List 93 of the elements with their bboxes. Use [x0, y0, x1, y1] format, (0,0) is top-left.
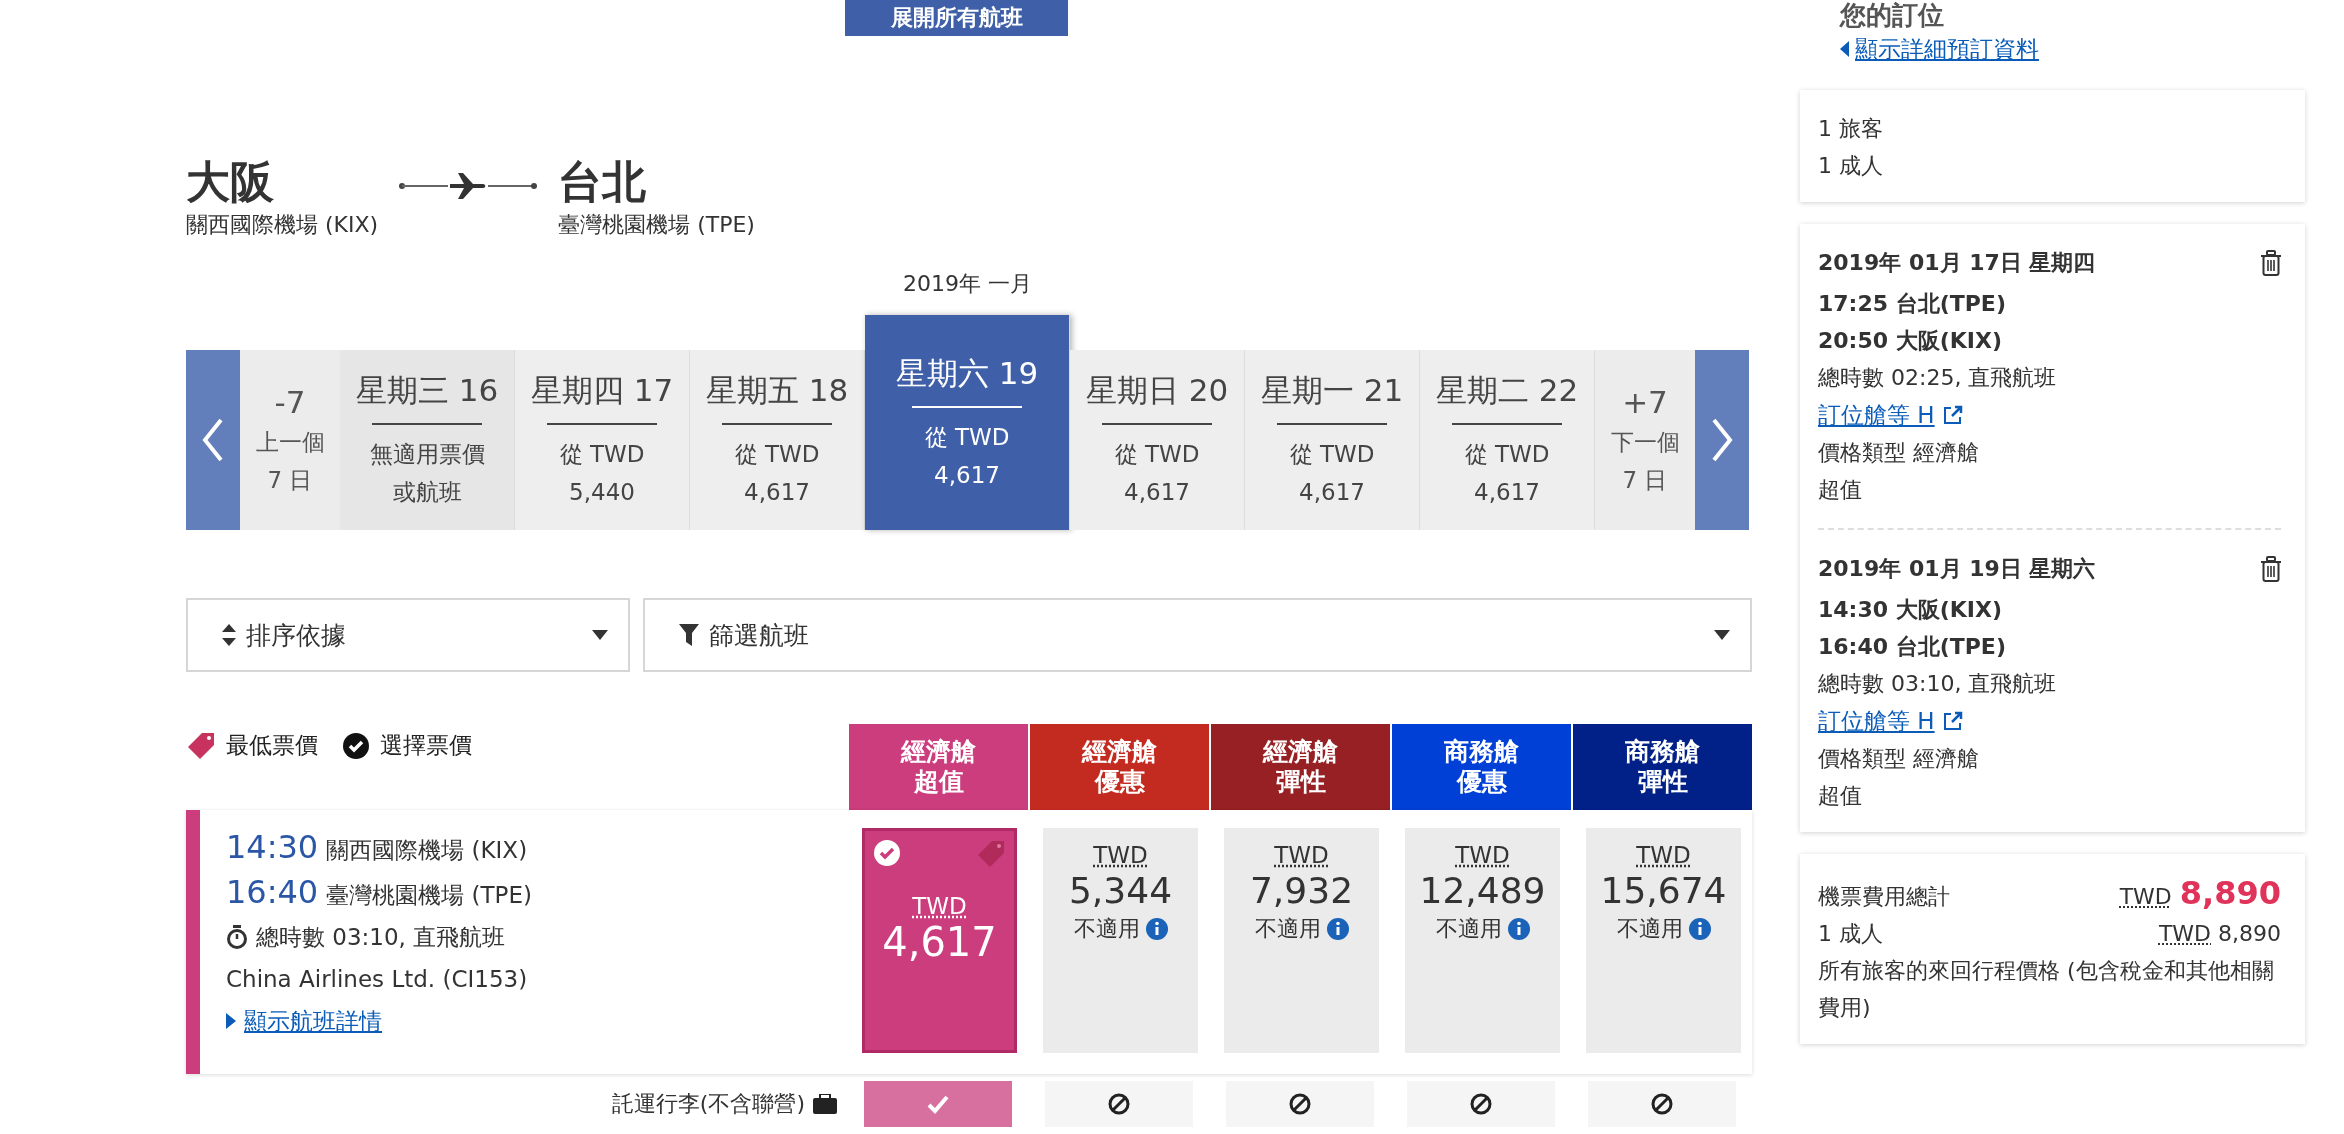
- date-tab[interactable]: 星期三 16 無適用票價 或航班: [340, 350, 515, 530]
- segment-departure: 14:30 大阪(KIX): [1818, 596, 2003, 624]
- date-tab[interactable]: 星期四 17 從 TWD 5,440: [515, 350, 690, 530]
- date-tab[interactable]: 星期二 22 從 TWD 4,617: [1420, 350, 1595, 530]
- trash-icon[interactable]: [2261, 555, 2281, 582]
- booking-class-link[interactable]: 訂位艙等 H: [1818, 396, 1935, 434]
- date-tab[interactable]: 星期日 20 從 TWD 4,617: [1070, 350, 1245, 530]
- departure-time: 14:30: [226, 828, 319, 866]
- flight-details-link[interactable]: 顯示航班詳情: [244, 1002, 382, 1040]
- not-allowed-icon: [1108, 1093, 1130, 1115]
- segment-date: 2019年 01月 19日 星期六: [1818, 555, 2096, 583]
- fare-card[interactable]: TWD 15,674 不適用: [1586, 828, 1741, 1053]
- next-week-days: 7 日: [1622, 461, 1668, 499]
- departure-airport: 關西國際機場 (KIX): [326, 836, 528, 865]
- expand-all-flights-button[interactable]: 展開所有航班: [845, 0, 1068, 36]
- total-amount: 8,890: [2179, 874, 2281, 912]
- fare-class-header: 商務艙 優惠: [1392, 724, 1571, 810]
- total-note: 所有旅客的來回行程價格 (包含稅金和其他相關費用): [1818, 957, 2275, 1022]
- date-tab[interactable]: 星期一 21 從 TWD 4,617: [1245, 350, 1420, 530]
- info-icon: [1145, 918, 1168, 940]
- external-link-icon: [1942, 711, 1963, 731]
- lowest-fare-legend: 最低票價: [226, 730, 318, 761]
- sort-dropdown[interactable]: 排序依據: [186, 598, 630, 672]
- segment-duration: 總時數 03:10, 直飛航班: [1818, 670, 2058, 698]
- segment-date: 2019年 01月 17日 星期四: [1818, 249, 2096, 277]
- arrival-time: 16:40: [226, 873, 319, 911]
- not-allowed-icon: [1651, 1093, 1673, 1115]
- fare-class-header: 經濟艙 優惠: [1030, 724, 1209, 810]
- fare-class-header: 商務艙 彈性: [1573, 724, 1752, 810]
- segment-departure: 17:25 台北(TPE): [1818, 290, 2007, 318]
- baggage-label: 託運行李(不含聯營): [611, 1090, 805, 1118]
- segment-duration: 總時數 02:25, 直飛航班: [1818, 364, 2058, 392]
- not-allowed-icon: [1470, 1093, 1492, 1115]
- external-link-icon: [1942, 405, 1963, 425]
- filter-dropdown[interactable]: 篩選航班: [643, 598, 1752, 672]
- fare-row-label: 1 成人: [1818, 920, 1883, 948]
- booking-title: 您的訂位: [1838, 0, 1945, 30]
- chevron-left-icon: [202, 418, 224, 462]
- date-tab[interactable]: 星期五 18 從 TWD 4,617: [690, 350, 865, 530]
- price-tag-icon: [186, 730, 216, 761]
- fare-name: 超值: [1818, 782, 1863, 810]
- passenger-count: 1 旅客: [1818, 115, 1884, 143]
- next-week-text: 下一個: [1610, 428, 1680, 457]
- info-icon: [1326, 918, 1349, 940]
- booking-details-link[interactable]: 顯示詳細預訂資料: [1855, 30, 2039, 68]
- suitcase-icon: [813, 1094, 837, 1114]
- caret-icon: [1714, 630, 1730, 640]
- total-currency: TWD: [2119, 884, 2172, 909]
- segment-arrival: 16:40 台北(TPE): [1818, 633, 2007, 661]
- stopwatch-icon: [226, 925, 248, 949]
- trash-icon[interactable]: [2261, 249, 2281, 276]
- check-circle-icon: [873, 839, 901, 867]
- fare-type: 價格類型 經濟艙: [1818, 745, 1980, 773]
- segment-arrival: 20:50 大阪(KIX): [1818, 327, 2003, 355]
- caret-icon: [592, 630, 608, 640]
- month-label: 2019年 一月: [903, 270, 1032, 298]
- fare-card[interactable]: TWD 4,617: [862, 828, 1017, 1053]
- previous-week-text: 上一個: [255, 428, 325, 457]
- info-icon: [1688, 918, 1711, 940]
- check-circle-icon: [342, 731, 370, 760]
- fare-class-header: 經濟艙 超值: [849, 724, 1028, 810]
- fare-type: 價格類型 經濟艙: [1818, 439, 1980, 467]
- info-icon: [1507, 918, 1530, 940]
- chevron-right-icon: [1711, 418, 1733, 462]
- flight-duration: 總時數 03:10, 直飛航班: [256, 923, 506, 952]
- selected-fare-legend: 選擇票價: [380, 730, 472, 761]
- total-label: 機票費用總計: [1818, 883, 1950, 911]
- filter-icon: [679, 624, 699, 646]
- fare-name: 超值: [1818, 476, 1863, 504]
- fare-card[interactable]: TWD 5,344 不適用: [1043, 828, 1198, 1053]
- check-icon: [927, 1094, 949, 1114]
- fare-card[interactable]: TWD 12,489 不適用: [1405, 828, 1560, 1053]
- destination-airport: 臺灣桃園機場 (TPE): [558, 211, 755, 239]
- fare-card[interactable]: TWD 7,932 不適用: [1224, 828, 1379, 1053]
- sort-icon: [222, 624, 236, 646]
- date-tab[interactable]: 星期六 19 從 TWD 4,617: [865, 315, 1070, 530]
- fare-row-amount: 8,890: [2217, 921, 2281, 946]
- not-allowed-icon: [1289, 1093, 1311, 1115]
- arrival-airport: 臺灣桃園機場 (TPE): [326, 881, 532, 910]
- destination-city: 台北: [558, 155, 648, 209]
- origin-city: 大阪: [186, 155, 275, 209]
- passenger-count: 1 成人: [1818, 152, 1884, 180]
- booking-class-link[interactable]: 訂位艙等 H: [1818, 702, 1935, 740]
- origin-airport: 關西國際機場 (KIX): [186, 211, 379, 239]
- previous-week-label: -7: [274, 383, 306, 422]
- caret-icon: [1840, 41, 1849, 57]
- caret-icon: [226, 1013, 236, 1029]
- next-week-label: +7: [1622, 383, 1668, 422]
- previous-week-days: 7 日: [267, 461, 313, 499]
- fare-row-currency: TWD: [2158, 921, 2211, 946]
- plane-arrow-icon: [398, 172, 539, 200]
- fare-class-header: 經濟艙 彈性: [1211, 724, 1390, 810]
- carrier-name: China Airlines Ltd. (CI153): [226, 965, 529, 994]
